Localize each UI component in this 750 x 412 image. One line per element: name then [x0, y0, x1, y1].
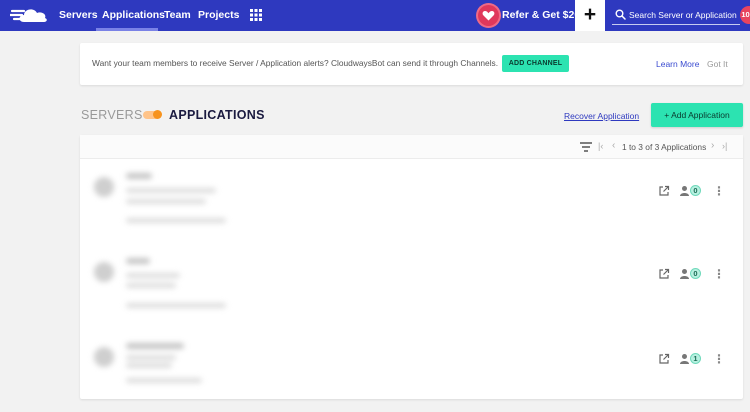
application-row[interactable]: 1 ⋮ [80, 333, 743, 412]
list-header: |‹ ‹ 1 to 3 of 3 Applications › ›| [80, 135, 743, 159]
applications-list-panel: |‹ ‹ 1 to 3 of 3 Applications › ›| 0 ⋮ 0… [80, 135, 743, 399]
toggle-knob[interactable] [153, 110, 162, 119]
application-row[interactable]: 0 ⋮ [80, 248, 743, 334]
notification-badge[interactable]: 10 [740, 6, 750, 24]
refer-link[interactable]: Refer & Get $20 [502, 9, 580, 21]
learn-more-link[interactable]: Learn More [656, 59, 699, 69]
search-icon [615, 9, 626, 20]
member-count-badge: 0 [690, 268, 701, 279]
heart-icon[interactable] [478, 5, 499, 26]
nav-applications[interactable]: Applications [102, 9, 165, 21]
next-page-icon[interactable]: › [711, 140, 714, 151]
channels-banner: Want your team members to receive Server… [80, 43, 743, 85]
member-count-badge: 1 [690, 353, 701, 364]
row-menu-icon[interactable]: ⋮ [713, 185, 725, 197]
open-external-icon[interactable] [658, 185, 670, 197]
nav-servers[interactable]: Servers [59, 9, 98, 21]
open-external-icon[interactable] [658, 268, 670, 280]
first-page-icon[interactable]: |‹ [598, 141, 603, 151]
nav-active-indicator [96, 28, 158, 31]
redacted-app-details [90, 248, 340, 334]
row-menu-icon[interactable]: ⋮ [713, 353, 725, 365]
pagination-summary: 1 to 3 of 3 Applications [622, 142, 707, 152]
applications-tab-label[interactable]: APPLICATIONS [169, 108, 265, 122]
quick-add-button[interactable]: + [575, 0, 605, 31]
nav-projects[interactable]: Projects [198, 9, 239, 21]
search-input[interactable] [629, 7, 740, 22]
recover-application-link[interactable]: Recover Application [564, 111, 639, 121]
cloudways-logo-icon[interactable] [10, 4, 50, 26]
add-application-button[interactable]: + Add Application [651, 103, 743, 127]
add-channel-button[interactable]: ADD CHANNEL [502, 55, 569, 72]
search-box[interactable] [612, 5, 740, 25]
top-navbar: Servers Applications Team Projects Refer… [0, 0, 750, 31]
servers-tab-label[interactable]: SERVERS [81, 108, 143, 122]
previous-page-icon[interactable]: ‹ [612, 140, 615, 151]
member-count-badge: 0 [690, 185, 701, 196]
row-menu-icon[interactable]: ⋮ [713, 268, 725, 280]
redacted-app-details [90, 333, 340, 412]
plus-icon: + [583, 3, 597, 26]
got-it-link[interactable]: Got It [707, 59, 728, 69]
redacted-app-details [90, 161, 340, 247]
sort-icon[interactable] [580, 142, 592, 152]
last-page-icon[interactable]: ›| [722, 141, 727, 151]
application-row[interactable]: 0 ⋮ [80, 161, 743, 247]
team-members-icon[interactable] [679, 268, 690, 280]
team-members-icon[interactable] [679, 353, 690, 365]
banner-message: Want your team members to receive Server… [92, 58, 499, 68]
open-external-icon[interactable] [658, 353, 670, 365]
team-members-icon[interactable] [679, 185, 690, 197]
apps-grid-icon[interactable] [250, 9, 262, 21]
nav-team[interactable]: Team [164, 9, 191, 21]
